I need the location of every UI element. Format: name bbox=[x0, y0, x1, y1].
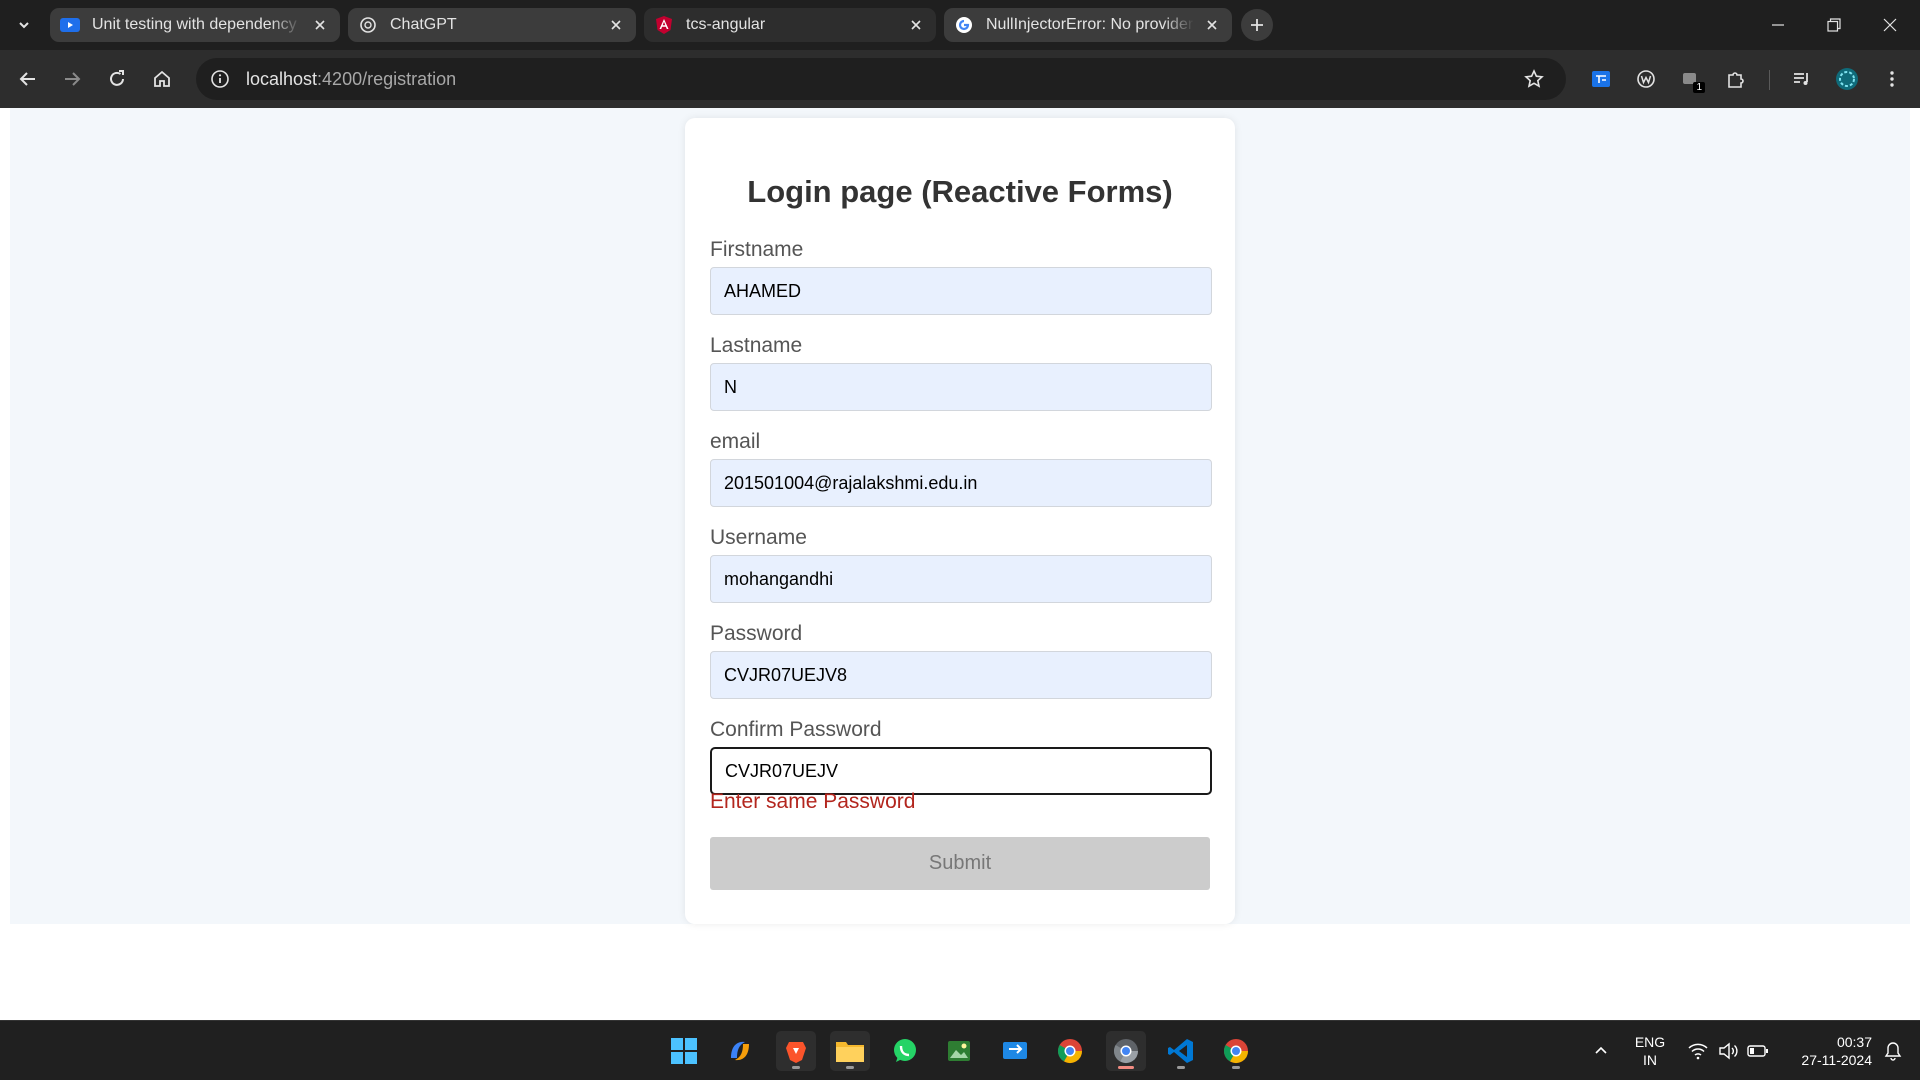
show-hidden-icons-chevron-icon[interactable] bbox=[1584, 1021, 1618, 1080]
extension-badge-count: 1 bbox=[1693, 82, 1705, 93]
restore-icon bbox=[1827, 18, 1841, 32]
navigation-bar: localhost:4200/registration 1 bbox=[0, 50, 1920, 108]
username-label: Username bbox=[710, 526, 807, 549]
start-icon[interactable] bbox=[664, 1031, 704, 1071]
more-menu-icon[interactable] bbox=[1876, 63, 1908, 95]
password-mismatch-error: Enter same Password bbox=[710, 790, 916, 813]
running-indicator bbox=[1232, 1066, 1240, 1069]
form-title: Login page (Reactive Forms) bbox=[747, 174, 1173, 209]
google-icon bbox=[954, 15, 974, 35]
home-button[interactable] bbox=[146, 63, 178, 95]
reload-icon bbox=[110, 70, 124, 86]
chevron-down-icon bbox=[19, 22, 29, 29]
arrow-right-icon bbox=[65, 72, 81, 86]
confirm-password-label: Confirm Password bbox=[710, 718, 882, 741]
close-icon[interactable] bbox=[310, 15, 330, 35]
media-controls-icon[interactable] bbox=[1786, 63, 1818, 95]
firstname-input[interactable] bbox=[710, 267, 1212, 315]
close-icon bbox=[1883, 18, 1897, 32]
tab-title: NullInjectorError: No provider fo bbox=[986, 16, 1194, 33]
chrome-icon[interactable] bbox=[1050, 1031, 1090, 1071]
tab-tcs-angular[interactable]: tcs-angular bbox=[644, 8, 936, 42]
confirm-password-input[interactable] bbox=[710, 747, 1212, 795]
chrome-canary-icon[interactable] bbox=[1216, 1031, 1256, 1071]
region-code: IN bbox=[1643, 1052, 1657, 1068]
email-label: email bbox=[710, 430, 761, 453]
tab-title: tcs-angular bbox=[686, 16, 766, 33]
url-text: localhost:4200/registration bbox=[246, 69, 456, 90]
password-input[interactable] bbox=[710, 651, 1212, 699]
active-indicator bbox=[1118, 1066, 1134, 1069]
clock-time: 00:37 bbox=[1836, 1034, 1872, 1050]
running-indicator bbox=[846, 1066, 854, 1069]
volume-icon[interactable] bbox=[1714, 1021, 1742, 1080]
close-window-button[interactable] bbox=[1862, 0, 1918, 50]
arrow-left-icon bbox=[19, 72, 35, 86]
profile-avatar-icon[interactable] bbox=[1831, 63, 1863, 95]
home-icon bbox=[154, 70, 170, 87]
forward-button[interactable] bbox=[56, 63, 88, 95]
tab-chatgpt[interactable]: ChatGPT bbox=[348, 8, 636, 42]
system-clock[interactable]: 00:37 27-11-2024 bbox=[1776, 1033, 1872, 1069]
tab-title: Unit testing with dependency ir bbox=[92, 16, 302, 33]
chrome-dev-icon[interactable] bbox=[1106, 1031, 1146, 1071]
minimize-icon bbox=[1772, 24, 1784, 26]
lastname-input[interactable] bbox=[710, 363, 1212, 411]
angular-icon bbox=[654, 15, 674, 35]
tab-unit-testing[interactable]: Unit testing with dependency ir bbox=[50, 8, 340, 42]
remote-desktop-icon[interactable] bbox=[995, 1031, 1035, 1071]
photos-icon[interactable] bbox=[939, 1031, 979, 1071]
new-tab-button[interactable] bbox=[1241, 9, 1273, 41]
bookmark-star-icon[interactable] bbox=[1518, 63, 1550, 95]
wifi-icon[interactable] bbox=[1684, 1021, 1712, 1080]
email-input[interactable] bbox=[710, 459, 1212, 507]
language-code: ENG bbox=[1634, 1034, 1666, 1050]
extension-translate-icon[interactable] bbox=[1585, 63, 1617, 95]
windows-taskbar: ENG IN 00:37 27-11-2024 bbox=[0, 1020, 1920, 1080]
extension-w-icon[interactable] bbox=[1630, 63, 1662, 95]
lastname-label: Lastname bbox=[710, 334, 803, 357]
vscode-icon[interactable] bbox=[1161, 1031, 1201, 1071]
tab-nullinjectorerror[interactable]: NullInjectorError: No provider fo bbox=[944, 8, 1232, 42]
tab-search-button[interactable] bbox=[10, 12, 38, 38]
address-bar[interactable]: localhost:4200/registration bbox=[196, 58, 1566, 100]
notifications-bell-icon[interactable] bbox=[1876, 1021, 1910, 1080]
site-info-icon[interactable] bbox=[204, 63, 236, 95]
close-icon[interactable] bbox=[906, 15, 926, 35]
tab-strip: Unit testing with dependency ir ChatGPT … bbox=[0, 0, 1920, 50]
battery-icon[interactable] bbox=[1744, 1021, 1772, 1080]
submit-button[interactable]: Submit bbox=[710, 837, 1210, 890]
running-indicator bbox=[1177, 1066, 1185, 1069]
tab-title: ChatGPT bbox=[390, 16, 457, 33]
registration-form-card: Login page (Reactive Forms) Firstname La… bbox=[685, 118, 1235, 924]
running-indicator bbox=[792, 1066, 800, 1069]
chatgpt-icon bbox=[358, 15, 378, 35]
extension-badge-icon[interactable]: 1 bbox=[1675, 63, 1707, 95]
close-icon[interactable] bbox=[1202, 15, 1222, 35]
brave-icon[interactable] bbox=[776, 1031, 816, 1071]
clock-date: 27-11-2024 bbox=[1801, 1052, 1872, 1068]
whatsapp-icon[interactable] bbox=[885, 1031, 925, 1071]
minimize-button[interactable] bbox=[1750, 0, 1806, 50]
toolbar-divider bbox=[1769, 70, 1770, 90]
file-explorer-icon[interactable] bbox=[830, 1031, 870, 1071]
password-label: Password bbox=[710, 622, 803, 645]
page-viewport: Login page (Reactive Forms) Firstname La… bbox=[0, 108, 1920, 1020]
copilot-icon[interactable] bbox=[720, 1031, 760, 1071]
close-icon[interactable] bbox=[606, 15, 626, 35]
back-button[interactable] bbox=[12, 63, 44, 95]
firstname-label: Firstname bbox=[710, 238, 804, 261]
url-path: :4200/registration bbox=[317, 68, 457, 89]
username-input[interactable] bbox=[710, 555, 1212, 603]
plus-icon bbox=[1251, 19, 1263, 31]
extensions-puzzle-icon[interactable] bbox=[1720, 63, 1752, 95]
youtube-icon bbox=[60, 15, 80, 35]
restore-button[interactable] bbox=[1806, 0, 1862, 50]
language-indicator[interactable]: ENG IN bbox=[1622, 1033, 1678, 1069]
reload-button[interactable] bbox=[101, 63, 133, 95]
url-host: localhost bbox=[246, 68, 318, 89]
